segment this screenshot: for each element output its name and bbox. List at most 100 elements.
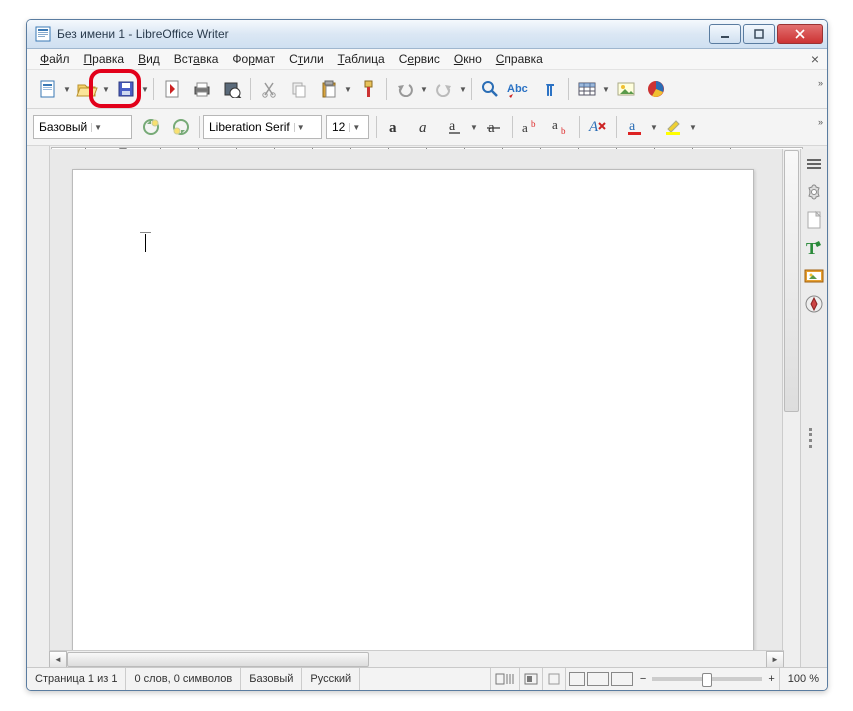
print-button[interactable] (188, 75, 216, 103)
zoom-percent[interactable]: 100 % (779, 668, 827, 690)
hscroll-left[interactable]: ◄ (49, 651, 67, 668)
menubar: Файл Правка Вид Вставка Формат Стили Таб… (27, 49, 827, 70)
open-dropdown[interactable]: ▼ (102, 85, 110, 94)
menu-tools[interactable]: Сервис (392, 50, 447, 68)
image-button[interactable] (612, 75, 640, 103)
svg-text:a: a (389, 120, 397, 135)
maximize-button[interactable] (743, 24, 775, 44)
view-layout-buttons[interactable] (566, 668, 636, 690)
new-dropdown[interactable]: ▼ (63, 85, 71, 94)
table-button[interactable] (573, 75, 601, 103)
sidebar-gallery-icon[interactable] (803, 265, 825, 287)
zoom-control[interactable]: − + (636, 673, 779, 685)
horizontal-scrollbar[interactable]: ◄ ► (49, 650, 784, 668)
menu-window[interactable]: Окно (447, 50, 489, 68)
chart-button[interactable] (642, 75, 670, 103)
status-insert-mode[interactable] (490, 668, 520, 690)
sidebar-properties-icon[interactable] (803, 181, 825, 203)
undo-button[interactable] (391, 75, 419, 103)
font-color-dropdown[interactable]: ▼ (650, 123, 658, 132)
font-size-combo[interactable]: 12▼ (326, 115, 369, 139)
hscroll-thumb[interactable] (67, 652, 369, 667)
status-style[interactable]: Базовый (241, 668, 302, 690)
svg-text:Abc: Abc (507, 83, 528, 95)
strikethrough-button[interactable]: a (480, 113, 508, 141)
menu-format[interactable]: Формат (225, 50, 282, 68)
superscript-button[interactable]: ab (517, 113, 545, 141)
zoom-in-icon[interactable]: + (768, 673, 774, 685)
svg-text:b: b (531, 119, 536, 129)
clone-formatting-button[interactable] (354, 75, 382, 103)
find-button[interactable] (476, 75, 504, 103)
svg-text:a: a (552, 118, 558, 132)
underline-button[interactable]: a (441, 113, 469, 141)
vscroll-thumb[interactable] (784, 150, 799, 412)
single-page-icon[interactable] (569, 672, 585, 686)
highlight-color-button[interactable] (660, 113, 688, 141)
zoom-slider[interactable] (652, 677, 762, 681)
undo-dropdown[interactable]: ▼ (420, 85, 428, 94)
status-page[interactable]: Страница 1 из 1 (27, 668, 126, 690)
multi-page-icon[interactable] (587, 672, 609, 686)
cut-button[interactable] (255, 75, 283, 103)
status-words[interactable]: 0 слов, 0 символов (126, 668, 241, 690)
minimize-button[interactable] (709, 24, 741, 44)
menu-styles[interactable]: Стили (282, 50, 331, 68)
doc-close-icon[interactable]: × (811, 51, 819, 67)
standard-toolbar: ▼ ▼ ▼ ▼ ▼ ▼ Abc ▼ » (27, 70, 827, 109)
hscroll-right[interactable]: ► (766, 651, 784, 668)
bold-button[interactable]: a (381, 113, 409, 141)
formatting-marks-button[interactable] (536, 75, 564, 103)
menu-insert[interactable]: Вставка (167, 50, 226, 68)
redo-button[interactable] (430, 75, 458, 103)
sidebar-navigator-icon[interactable] (803, 293, 825, 315)
menu-file[interactable]: Файл (33, 50, 77, 68)
save-dropdown[interactable]: ▼ (141, 85, 149, 94)
highlight-dropdown[interactable]: ▼ (689, 123, 697, 132)
table-dropdown[interactable]: ▼ (602, 85, 610, 94)
book-view-icon[interactable] (611, 672, 633, 686)
paste-dropdown[interactable]: ▼ (344, 85, 352, 94)
update-style-button[interactable] (137, 113, 165, 141)
format-toolbar-overflow[interactable]: » (818, 117, 823, 127)
menu-edit[interactable]: Правка (77, 50, 132, 68)
toolbar-overflow[interactable]: » (818, 78, 823, 88)
italic-button[interactable]: a (411, 113, 439, 141)
svg-text:T: T (806, 239, 818, 257)
paragraph-style-combo[interactable]: Базовый▼ (33, 115, 132, 139)
svg-text:a: a (629, 119, 636, 134)
clear-formatting-button[interactable]: A (584, 113, 612, 141)
print-preview-button[interactable] (218, 75, 246, 103)
status-selection-mode[interactable] (520, 668, 543, 690)
font-name-combo[interactable]: Liberation Serif▼ (203, 115, 322, 139)
menu-view[interactable]: Вид (131, 50, 167, 68)
sidebar-grip[interactable] (809, 428, 819, 448)
status-signature[interactable] (543, 668, 566, 690)
menu-help[interactable]: Справка (489, 50, 550, 68)
new-style-button[interactable] (167, 113, 195, 141)
menu-table[interactable]: Таблица (331, 50, 392, 68)
formatting-toolbar: Базовый▼ Liberation Serif▼ 12▼ a a a ▼ a… (27, 109, 827, 146)
open-button[interactable] (73, 75, 101, 103)
vertical-ruler[interactable] (27, 149, 50, 668)
redo-dropdown[interactable]: ▼ (459, 85, 467, 94)
paste-button[interactable] (315, 75, 343, 103)
sidebar-menu-icon[interactable] (803, 153, 825, 175)
vertical-scrollbar[interactable] (782, 149, 800, 668)
export-pdf-button[interactable] (158, 75, 186, 103)
underline-dropdown[interactable]: ▼ (470, 123, 478, 132)
close-button[interactable] (777, 24, 823, 44)
page[interactable] (72, 169, 754, 668)
new-doc-button[interactable] (34, 75, 62, 103)
subscript-button[interactable]: ab (547, 113, 575, 141)
font-color-button[interactable]: a (621, 113, 649, 141)
copy-button[interactable] (285, 75, 313, 103)
zoom-out-icon[interactable]: − (640, 673, 646, 685)
status-language[interactable]: Русский (302, 668, 360, 690)
save-button[interactable] (112, 75, 140, 103)
spellcheck-button[interactable]: Abc (506, 75, 534, 103)
document-viewport[interactable] (50, 149, 782, 668)
svg-text:a: a (522, 120, 528, 135)
sidebar-page-icon[interactable] (803, 209, 825, 231)
sidebar-styles-icon[interactable]: T (803, 237, 825, 259)
